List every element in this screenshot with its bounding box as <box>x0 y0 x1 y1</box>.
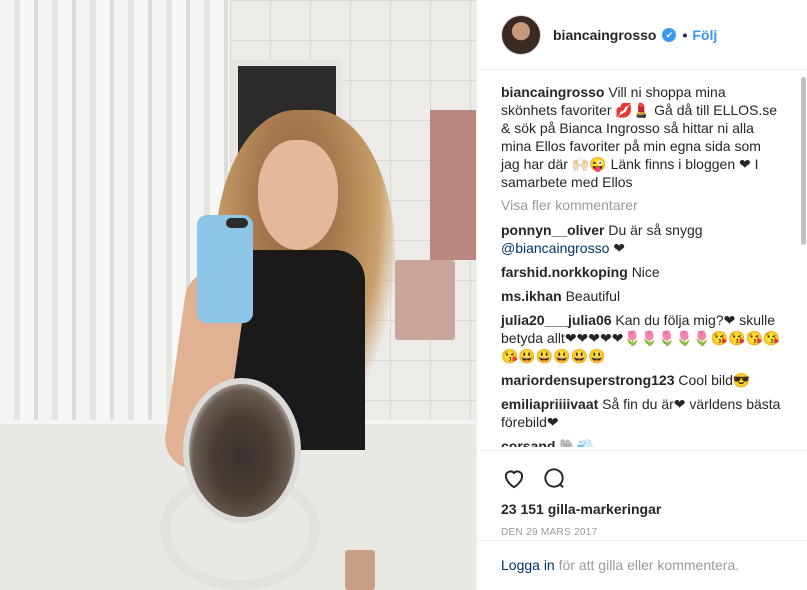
comment-username[interactable]: emiliapriiiivaat <box>501 396 598 412</box>
comment-username[interactable]: ms.ikhan <box>501 288 562 304</box>
login-prompt-text: för att gilla eller kommentera. <box>554 557 740 573</box>
login-prompt: Logga in för att gilla eller kommentera. <box>477 540 807 590</box>
comment-item: emiliapriiiivaat Så fin du är❤ världens … <box>501 395 783 431</box>
face <box>258 140 338 250</box>
likes-count[interactable]: 23 151 gilla-markeringar <box>501 501 783 517</box>
header-separator: • <box>682 26 688 43</box>
comment-username[interactable]: mariordensuperstrong123 <box>501 372 675 388</box>
comment-mention[interactable]: @biancaingrosso <box>501 240 609 256</box>
towel <box>430 110 476 260</box>
caption: biancaingrosso Vill ni shoppa mina skönh… <box>501 83 783 191</box>
comment-username[interactable]: ponnyn__oliver <box>501 222 604 238</box>
caption-username[interactable]: biancaingrosso <box>501 84 604 100</box>
comment-item-partial: corsand 🐘💨 <box>501 437 783 447</box>
comment-item: ms.ikhan Beautiful <box>501 287 783 305</box>
instagram-post: biancaingrosso ✔ • Följ biancaingrosso V… <box>0 0 807 590</box>
comment-username[interactable]: corsand <box>501 438 555 447</box>
makeup-mirror <box>183 378 301 523</box>
comment-suffix: ❤ <box>609 240 626 256</box>
follow-button[interactable]: Följ <box>692 27 717 43</box>
comment-item: julia20___julia06 Kan du följa mig?❤ sku… <box>501 311 783 365</box>
comments-list[interactable]: biancaingrosso Vill ni shoppa mina skönh… <box>477 71 807 449</box>
post-header: biancaingrosso ✔ • Följ <box>477 0 807 70</box>
post-side-panel: biancaingrosso ✔ • Följ biancaingrosso V… <box>477 0 807 590</box>
cosmetic-bottles <box>345 550 375 590</box>
load-more-comments[interactable]: Visa fler kommentarer <box>501 197 783 213</box>
header-username[interactable]: biancaingrosso <box>553 27 656 43</box>
post-date[interactable]: DEN 29 MARS 2017 <box>501 527 783 538</box>
towel-folded <box>395 260 455 340</box>
comment-item: mariordensuperstrong123 Cool bild😎 <box>501 371 783 389</box>
comment-text: Du är så snygg <box>608 222 703 238</box>
post-photo[interactable] <box>0 0 477 590</box>
comment-item: ponnyn__oliver Du är så snygg @biancaing… <box>501 221 783 257</box>
comment-text: Cool bild😎 <box>678 372 751 388</box>
phone-camera <box>226 218 248 228</box>
action-icons <box>501 461 783 495</box>
verified-badge-icon: ✔ <box>662 27 677 42</box>
heart-icon[interactable] <box>501 465 527 491</box>
comment-text: Beautiful <box>565 288 621 304</box>
avatar[interactable] <box>501 14 541 55</box>
comment-text: 🐘💨 <box>559 438 595 447</box>
comment-text: Nice <box>631 264 660 280</box>
comment-username[interactable]: julia20___julia06 <box>501 312 612 328</box>
comment-item: farshid.norkkoping Nice <box>501 263 783 281</box>
login-link[interactable]: Logga in <box>501 557 555 573</box>
comment-icon[interactable] <box>541 465 567 491</box>
phone <box>197 215 253 323</box>
post-actions: 23 151 gilla-markeringar DEN 29 MARS 201… <box>477 450 807 538</box>
comments-scrollbar[interactable] <box>801 71 807 449</box>
scrollbar-thumb[interactable] <box>801 77 806 245</box>
comment-username[interactable]: farshid.norkkoping <box>501 264 628 280</box>
